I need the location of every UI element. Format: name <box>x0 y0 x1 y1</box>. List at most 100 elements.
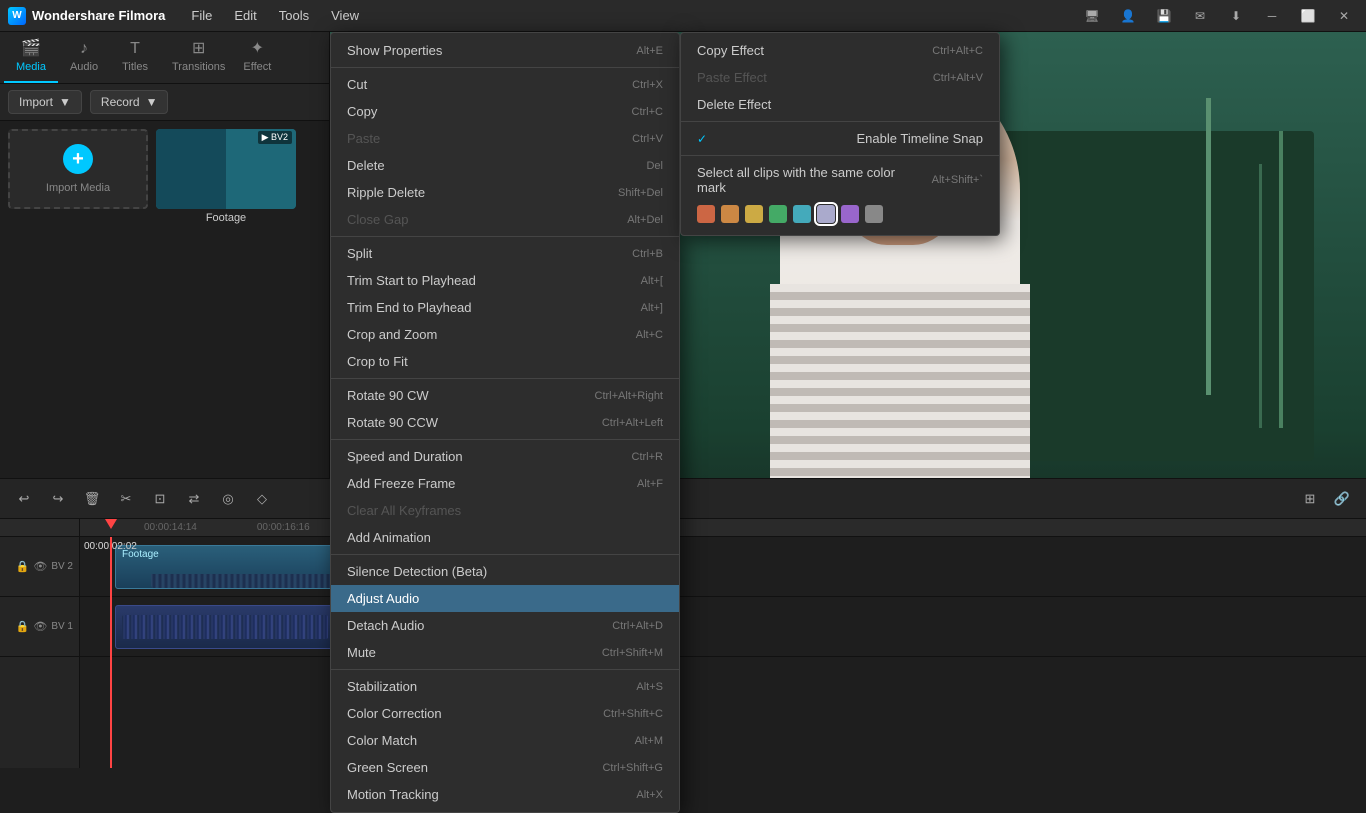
swatch-teal[interactable] <box>793 205 811 223</box>
ctx-sep-6 <box>331 669 679 670</box>
ctx-adjust-audio-label: Adjust Audio <box>347 591 419 606</box>
ctx-delete-label: Delete <box>347 158 385 173</box>
ctx-crop-fit-label: Crop to Fit <box>347 354 408 369</box>
swatch-gray[interactable] <box>865 205 883 223</box>
ctx-paste-shortcut: Ctrl+V <box>632 133 663 145</box>
ctx-color-match[interactable]: Color Match Alt+M <box>331 727 679 754</box>
ctx-silence-detection-label: Silence Detection (Beta) <box>347 564 487 579</box>
swatch-yellow[interactable] <box>745 205 763 223</box>
ctx-delete-effect-label: Delete Effect <box>697 97 771 112</box>
ctx-rotate-cw-shortcut: Ctrl+Alt+Right <box>595 390 663 402</box>
ctx-add-animation-label: Add Animation <box>347 530 431 545</box>
ctx-enable-snap[interactable]: ✓ Enable Timeline Snap <box>681 125 999 152</box>
ctx-rotate-ccw-label: Rotate 90 CCW <box>347 415 438 430</box>
ctx-add-freeze[interactable]: Add Freeze Frame Alt+F <box>331 470 679 497</box>
swatch-orange[interactable] <box>721 205 739 223</box>
ctx-silence-detection[interactable]: Silence Detection (Beta) <box>331 558 679 585</box>
ctx-sep-s2 <box>681 155 999 156</box>
ctx-detach-audio[interactable]: Detach Audio Ctrl+Alt+D <box>331 612 679 639</box>
ctx-split-shortcut: Ctrl+B <box>632 248 663 260</box>
swatch-purple[interactable] <box>841 205 859 223</box>
ctx-add-freeze-label: Add Freeze Frame <box>347 476 455 491</box>
ctx-detach-audio-label: Detach Audio <box>347 618 424 633</box>
ctx-crop-fit[interactable]: Crop to Fit <box>331 348 679 375</box>
ctx-close-gap-label: Close Gap <box>347 212 408 227</box>
ctx-trim-start[interactable]: Trim Start to Playhead Alt+[ <box>331 267 679 294</box>
ctx-color-correction-label: Color Correction <box>347 706 442 721</box>
ctx-copy-shortcut: Ctrl+C <box>632 106 663 118</box>
ctx-split-label: Split <box>347 246 372 261</box>
ctx-copy-label: Copy <box>347 104 377 119</box>
ctx-copy[interactable]: Copy Ctrl+C <box>331 98 679 125</box>
ctx-crop-zoom-label: Crop and Zoom <box>347 327 437 342</box>
ctx-stabilization[interactable]: Stabilization Alt+S <box>331 673 679 700</box>
ctx-enable-snap-label: Enable Timeline Snap <box>857 131 983 146</box>
ctx-trim-start-label: Trim Start to Playhead <box>347 273 476 288</box>
ctx-clear-keyframes: Clear All Keyframes <box>331 497 679 524</box>
ctx-trim-end[interactable]: Trim End to Playhead Alt+] <box>331 294 679 321</box>
ctx-mute[interactable]: Mute Ctrl+Shift+M <box>331 639 679 666</box>
ctx-speed-duration-label: Speed and Duration <box>347 449 463 464</box>
ctx-delete[interactable]: Delete Del <box>331 152 679 179</box>
swatch-blue-gray[interactable] <box>817 205 835 223</box>
ctx-close-gap: Close Gap Alt+Del <box>331 206 679 233</box>
ctx-mute-label: Mute <box>347 645 376 660</box>
snap-checkmark: ✓ <box>697 132 707 146</box>
ctx-ripple-delete-shortcut: Shift+Del <box>618 187 663 199</box>
ctx-sep-1 <box>331 67 679 68</box>
ctx-select-same-color-label: Select all clips with the same color mar… <box>697 165 912 195</box>
ctx-split[interactable]: Split Ctrl+B <box>331 240 679 267</box>
ctx-trim-end-shortcut: Alt+] <box>641 302 663 314</box>
ctx-select-same-color[interactable]: Select all clips with the same color mar… <box>681 159 999 201</box>
ctx-show-properties[interactable]: Show Properties Alt+E <box>331 37 679 64</box>
ctx-stabilization-shortcut: Alt+S <box>636 681 663 693</box>
ctx-color-match-shortcut: Alt+M <box>635 735 663 747</box>
swatch-red[interactable] <box>697 205 715 223</box>
ctx-show-properties-shortcut: Alt+E <box>636 45 663 57</box>
ctx-trim-end-label: Trim End to Playhead <box>347 300 472 315</box>
ctx-paste-label: Paste <box>347 131 380 146</box>
ctx-add-animation[interactable]: Add Animation <box>331 524 679 551</box>
ctx-cut[interactable]: Cut Ctrl+X <box>331 71 679 98</box>
ctx-cut-shortcut: Ctrl+X <box>632 79 663 91</box>
ctx-sep-s1 <box>681 121 999 122</box>
ctx-sep-3 <box>331 378 679 379</box>
ctx-sep-4 <box>331 439 679 440</box>
swatch-green[interactable] <box>769 205 787 223</box>
ctx-copy-effect-shortcut: Ctrl+Alt+C <box>932 45 983 57</box>
ctx-mute-shortcut: Ctrl+Shift+M <box>602 647 663 659</box>
ctx-crop-zoom[interactable]: Crop and Zoom Alt+C <box>331 321 679 348</box>
ctx-stabilization-label: Stabilization <box>347 679 417 694</box>
context-menu-overlay: Show Properties Alt+E Cut Ctrl+X Copy Ct… <box>0 0 1366 768</box>
ctx-copy-effect[interactable]: Copy Effect Ctrl+Alt+C <box>681 37 999 64</box>
ctx-paste-effect-label: Paste Effect <box>697 70 767 85</box>
ctx-sep-2 <box>331 236 679 237</box>
ctx-motion-tracking-shortcut: Alt+X <box>636 789 663 801</box>
ctx-rotate-cw[interactable]: Rotate 90 CW Ctrl+Alt+Right <box>331 382 679 409</box>
ctx-delete-effect[interactable]: Delete Effect <box>681 91 999 118</box>
ctx-paste: Paste Ctrl+V <box>331 125 679 152</box>
context-menu-secondary: Copy Effect Ctrl+Alt+C Paste Effect Ctrl… <box>680 32 1000 236</box>
ctx-color-correction[interactable]: Color Correction Ctrl+Shift+C <box>331 700 679 727</box>
ctx-trim-start-shortcut: Alt+[ <box>641 275 663 287</box>
ctx-show-properties-label: Show Properties <box>347 43 442 58</box>
ctx-rotate-ccw[interactable]: Rotate 90 CCW Ctrl+Alt+Left <box>331 409 679 436</box>
ctx-motion-tracking-label: Motion Tracking <box>347 787 439 802</box>
context-menu-primary: Show Properties Alt+E Cut Ctrl+X Copy Ct… <box>330 32 680 813</box>
ctx-speed-duration-shortcut: Ctrl+R <box>632 451 663 463</box>
ctx-paste-effect-shortcut: Ctrl+Alt+V <box>933 72 983 84</box>
ctx-crop-zoom-shortcut: Alt+C <box>636 329 663 341</box>
ctx-speed-duration[interactable]: Speed and Duration Ctrl+R <box>331 443 679 470</box>
ctx-select-same-color-shortcut: Alt+Shift+` <box>932 174 983 186</box>
ctx-add-freeze-shortcut: Alt+F <box>637 478 663 490</box>
ctx-ripple-delete[interactable]: Ripple Delete Shift+Del <box>331 179 679 206</box>
color-swatches-row <box>681 201 999 231</box>
ctx-rotate-cw-label: Rotate 90 CW <box>347 388 429 403</box>
ctx-detach-audio-shortcut: Ctrl+Alt+D <box>612 620 663 632</box>
ctx-rotate-ccw-shortcut: Ctrl+Alt+Left <box>602 417 663 429</box>
ctx-color-correction-shortcut: Ctrl+Shift+C <box>603 708 663 720</box>
ctx-sep-5 <box>331 554 679 555</box>
ctx-motion-tracking[interactable]: Motion Tracking Alt+X <box>331 781 679 808</box>
ctx-adjust-audio[interactable]: Adjust Audio <box>331 585 679 612</box>
ctx-paste-effect: Paste Effect Ctrl+Alt+V <box>681 64 999 91</box>
